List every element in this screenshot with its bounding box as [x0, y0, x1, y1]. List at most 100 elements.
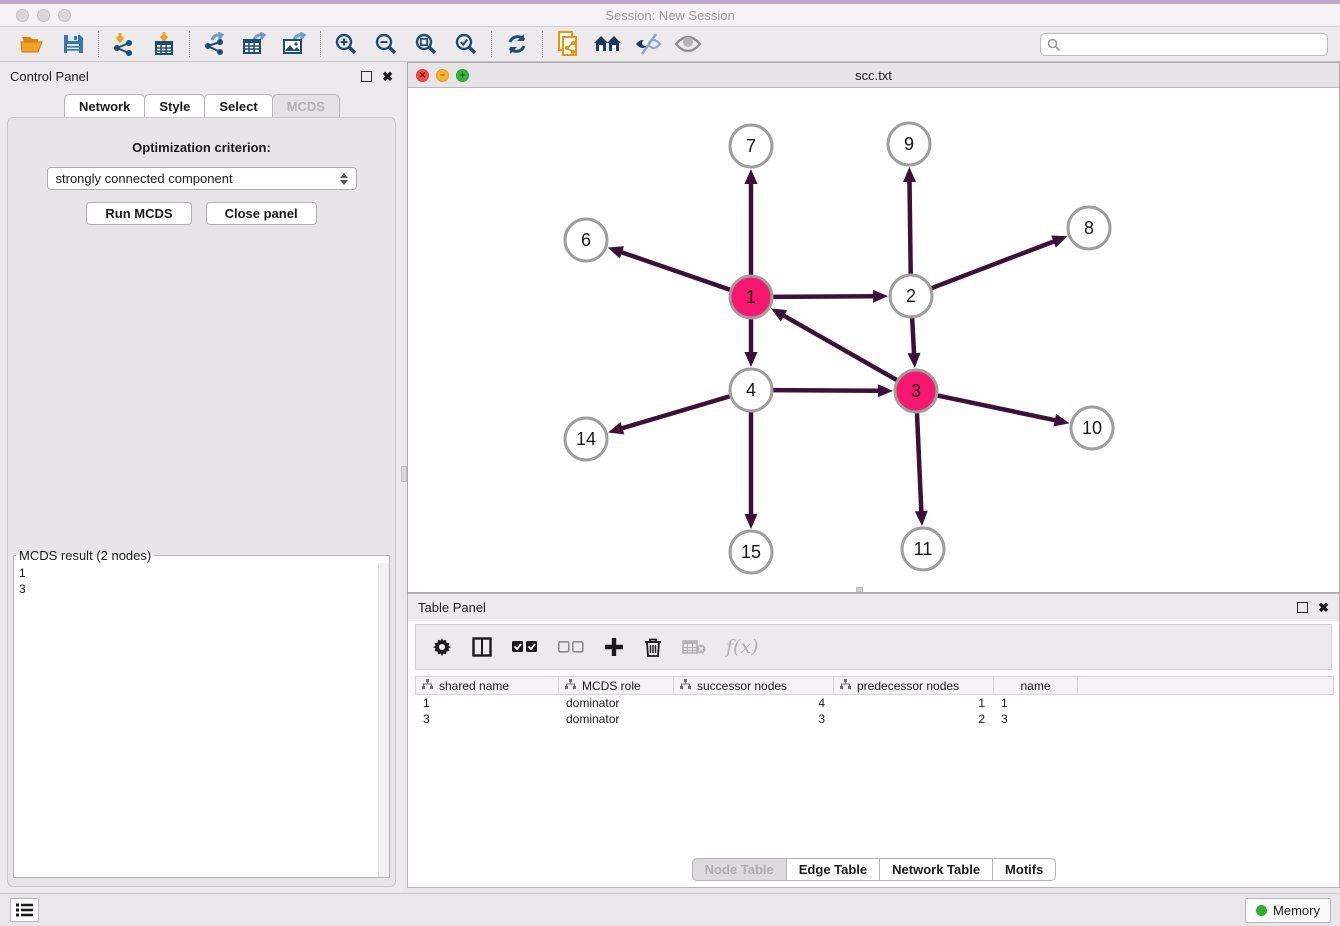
column-header-predecessor-nodes[interactable]: predecessor nodes [834, 677, 994, 694]
edge-2-to-9[interactable] [909, 180, 910, 278]
network-window-title: scc.txt [408, 68, 1339, 83]
hierarchy-icon [565, 679, 576, 693]
zoom-selected-icon[interactable] [451, 30, 481, 58]
edge-4-to-14[interactable] [621, 395, 734, 429]
mcds-result-values: 1 3 [14, 563, 389, 599]
arrowhead-1-to-6 [608, 246, 624, 258]
duplicate-network-icon[interactable] [553, 30, 583, 58]
table-row[interactable]: 3dominator323 [415, 711, 1334, 727]
tab-motifs[interactable]: Motifs [992, 858, 1056, 881]
mcds-result-title: MCDS result (2 nodes) [16, 548, 154, 563]
table-panel-header: Table Panel ✖ [408, 594, 1339, 621]
cell-predecessor-nodes[interactable]: 2 [833, 711, 993, 727]
main-toolbar [0, 27, 1340, 62]
arrowhead-1-to-2 [873, 290, 888, 303]
deselect-all-icon[interactable] [558, 640, 584, 654]
cell-name[interactable]: 3 [993, 711, 1077, 727]
float-panel-icon[interactable] [361, 71, 372, 82]
network-window-titlebar[interactable]: ✕ − + scc.txt [408, 63, 1339, 88]
memory-button[interactable]: Memory [1245, 898, 1331, 923]
main-titlebar: Session: New Session [0, 4, 1340, 27]
zoom-fit-icon[interactable] [411, 30, 441, 58]
edge-2-to-8[interactable] [928, 241, 1056, 290]
add-column-icon[interactable] [604, 637, 624, 657]
memory-label: Memory [1273, 903, 1320, 918]
columns-icon[interactable] [472, 637, 492, 657]
zoom-out-icon[interactable] [371, 30, 401, 58]
table-rows: 1dominator4113dominator323 [415, 695, 1334, 727]
edge-3-to-10[interactable] [934, 395, 1057, 421]
hierarchy-icon [680, 679, 691, 693]
hierarchy-icon [422, 679, 433, 693]
close-panel-button[interactable]: Close panel [206, 202, 317, 225]
cell-MCDS-role[interactable]: dominator [558, 695, 673, 711]
cell-MCDS-role[interactable]: dominator [558, 711, 673, 727]
zoom-in-icon[interactable] [331, 30, 361, 58]
open-file-icon[interactable] [18, 30, 48, 58]
status-bar: Memory [0, 893, 1340, 926]
cell-shared-name[interactable]: 3 [415, 711, 558, 727]
edge-2-to-3[interactable] [912, 314, 914, 355]
network-graph-canvas[interactable]: 7968124314101511 [408, 88, 1339, 592]
close-panel-icon[interactable]: ✖ [1318, 602, 1329, 613]
splitter-handle[interactable] [856, 587, 863, 592]
save-session-icon[interactable] [58, 30, 88, 58]
export-table-icon[interactable] [240, 30, 270, 58]
show-graphics-icon[interactable] [673, 30, 703, 58]
node-label-8: 8 [1084, 218, 1094, 238]
column-header-successor-nodes[interactable]: successor nodes [674, 677, 834, 694]
network-view-window: ✕ − + scc.txt 7968124314101511 [407, 62, 1340, 593]
import-network-icon[interactable] [109, 30, 139, 58]
edge-3-to-1[interactable] [782, 315, 900, 382]
delete-table-icon[interactable] [682, 639, 706, 655]
column-label: shared name [439, 679, 509, 693]
tab-mcds[interactable]: MCDS [272, 94, 340, 118]
tab-edge-table[interactable]: Edge Table [786, 858, 880, 881]
edge-4-to-3[interactable] [769, 390, 880, 391]
arrowhead-1-to-7 [745, 169, 758, 184]
cell-name[interactable]: 1 [993, 695, 1077, 711]
hierarchy-icon [840, 679, 851, 693]
delete-icon[interactable] [644, 637, 662, 657]
cell-predecessor-nodes[interactable]: 1 [833, 695, 993, 711]
tab-network[interactable]: Network [64, 94, 145, 118]
optimization-criterion-select[interactable]: strongly connected component [47, 167, 357, 190]
edge-1-to-6[interactable] [620, 252, 734, 291]
cell-successor-nodes[interactable]: 3 [673, 711, 833, 727]
float-panel-icon[interactable] [1297, 602, 1308, 613]
tab-network-table[interactable]: Network Table [879, 858, 993, 881]
close-panel-icon[interactable]: ✖ [382, 71, 393, 82]
column-label: predecessor nodes [857, 679, 959, 693]
select-all-icon[interactable] [512, 640, 538, 654]
cell-successor-nodes[interactable]: 4 [673, 695, 833, 711]
table-panel: Table Panel ✖ f(x) shared nameMCDS [407, 593, 1340, 888]
table-panel-title: Table Panel [418, 600, 486, 615]
edge-3-to-11[interactable] [917, 409, 922, 513]
column-header-shared-name[interactable]: shared name [416, 677, 559, 694]
refresh-icon[interactable] [502, 30, 532, 58]
splitter-handle[interactable] [401, 466, 407, 482]
hide-style-icon[interactable] [633, 30, 663, 58]
run-mcds-button[interactable]: Run MCDS [86, 202, 191, 225]
column-label: successor nodes [697, 679, 787, 693]
node-label-9: 9 [904, 134, 914, 154]
tab-node-table[interactable]: Node Table [692, 858, 787, 881]
tab-select[interactable]: Select [204, 94, 272, 118]
edge-1-to-2[interactable] [769, 296, 875, 297]
cell-shared-name[interactable]: 1 [415, 695, 558, 711]
import-table-icon[interactable] [149, 30, 179, 58]
home-icon[interactable] [593, 30, 623, 58]
mcds-result-textarea[interactable]: 1 3 [14, 563, 389, 877]
function-builder-icon[interactable]: f(x) [726, 636, 759, 658]
export-image-icon[interactable] [280, 30, 310, 58]
column-header-name[interactable]: name [994, 677, 1078, 694]
export-network-icon[interactable] [200, 30, 230, 58]
tab-style[interactable]: Style [144, 94, 205, 118]
gear-icon[interactable] [432, 637, 452, 657]
table-row[interactable]: 1dominator411 [415, 695, 1334, 711]
result-scrollbar[interactable] [378, 563, 389, 877]
search-input[interactable] [1040, 33, 1328, 56]
column-header-MCDS-role[interactable]: MCDS role [559, 677, 674, 694]
task-history-button[interactable] [10, 898, 39, 922]
arrowhead-3-to-11 [915, 511, 928, 526]
